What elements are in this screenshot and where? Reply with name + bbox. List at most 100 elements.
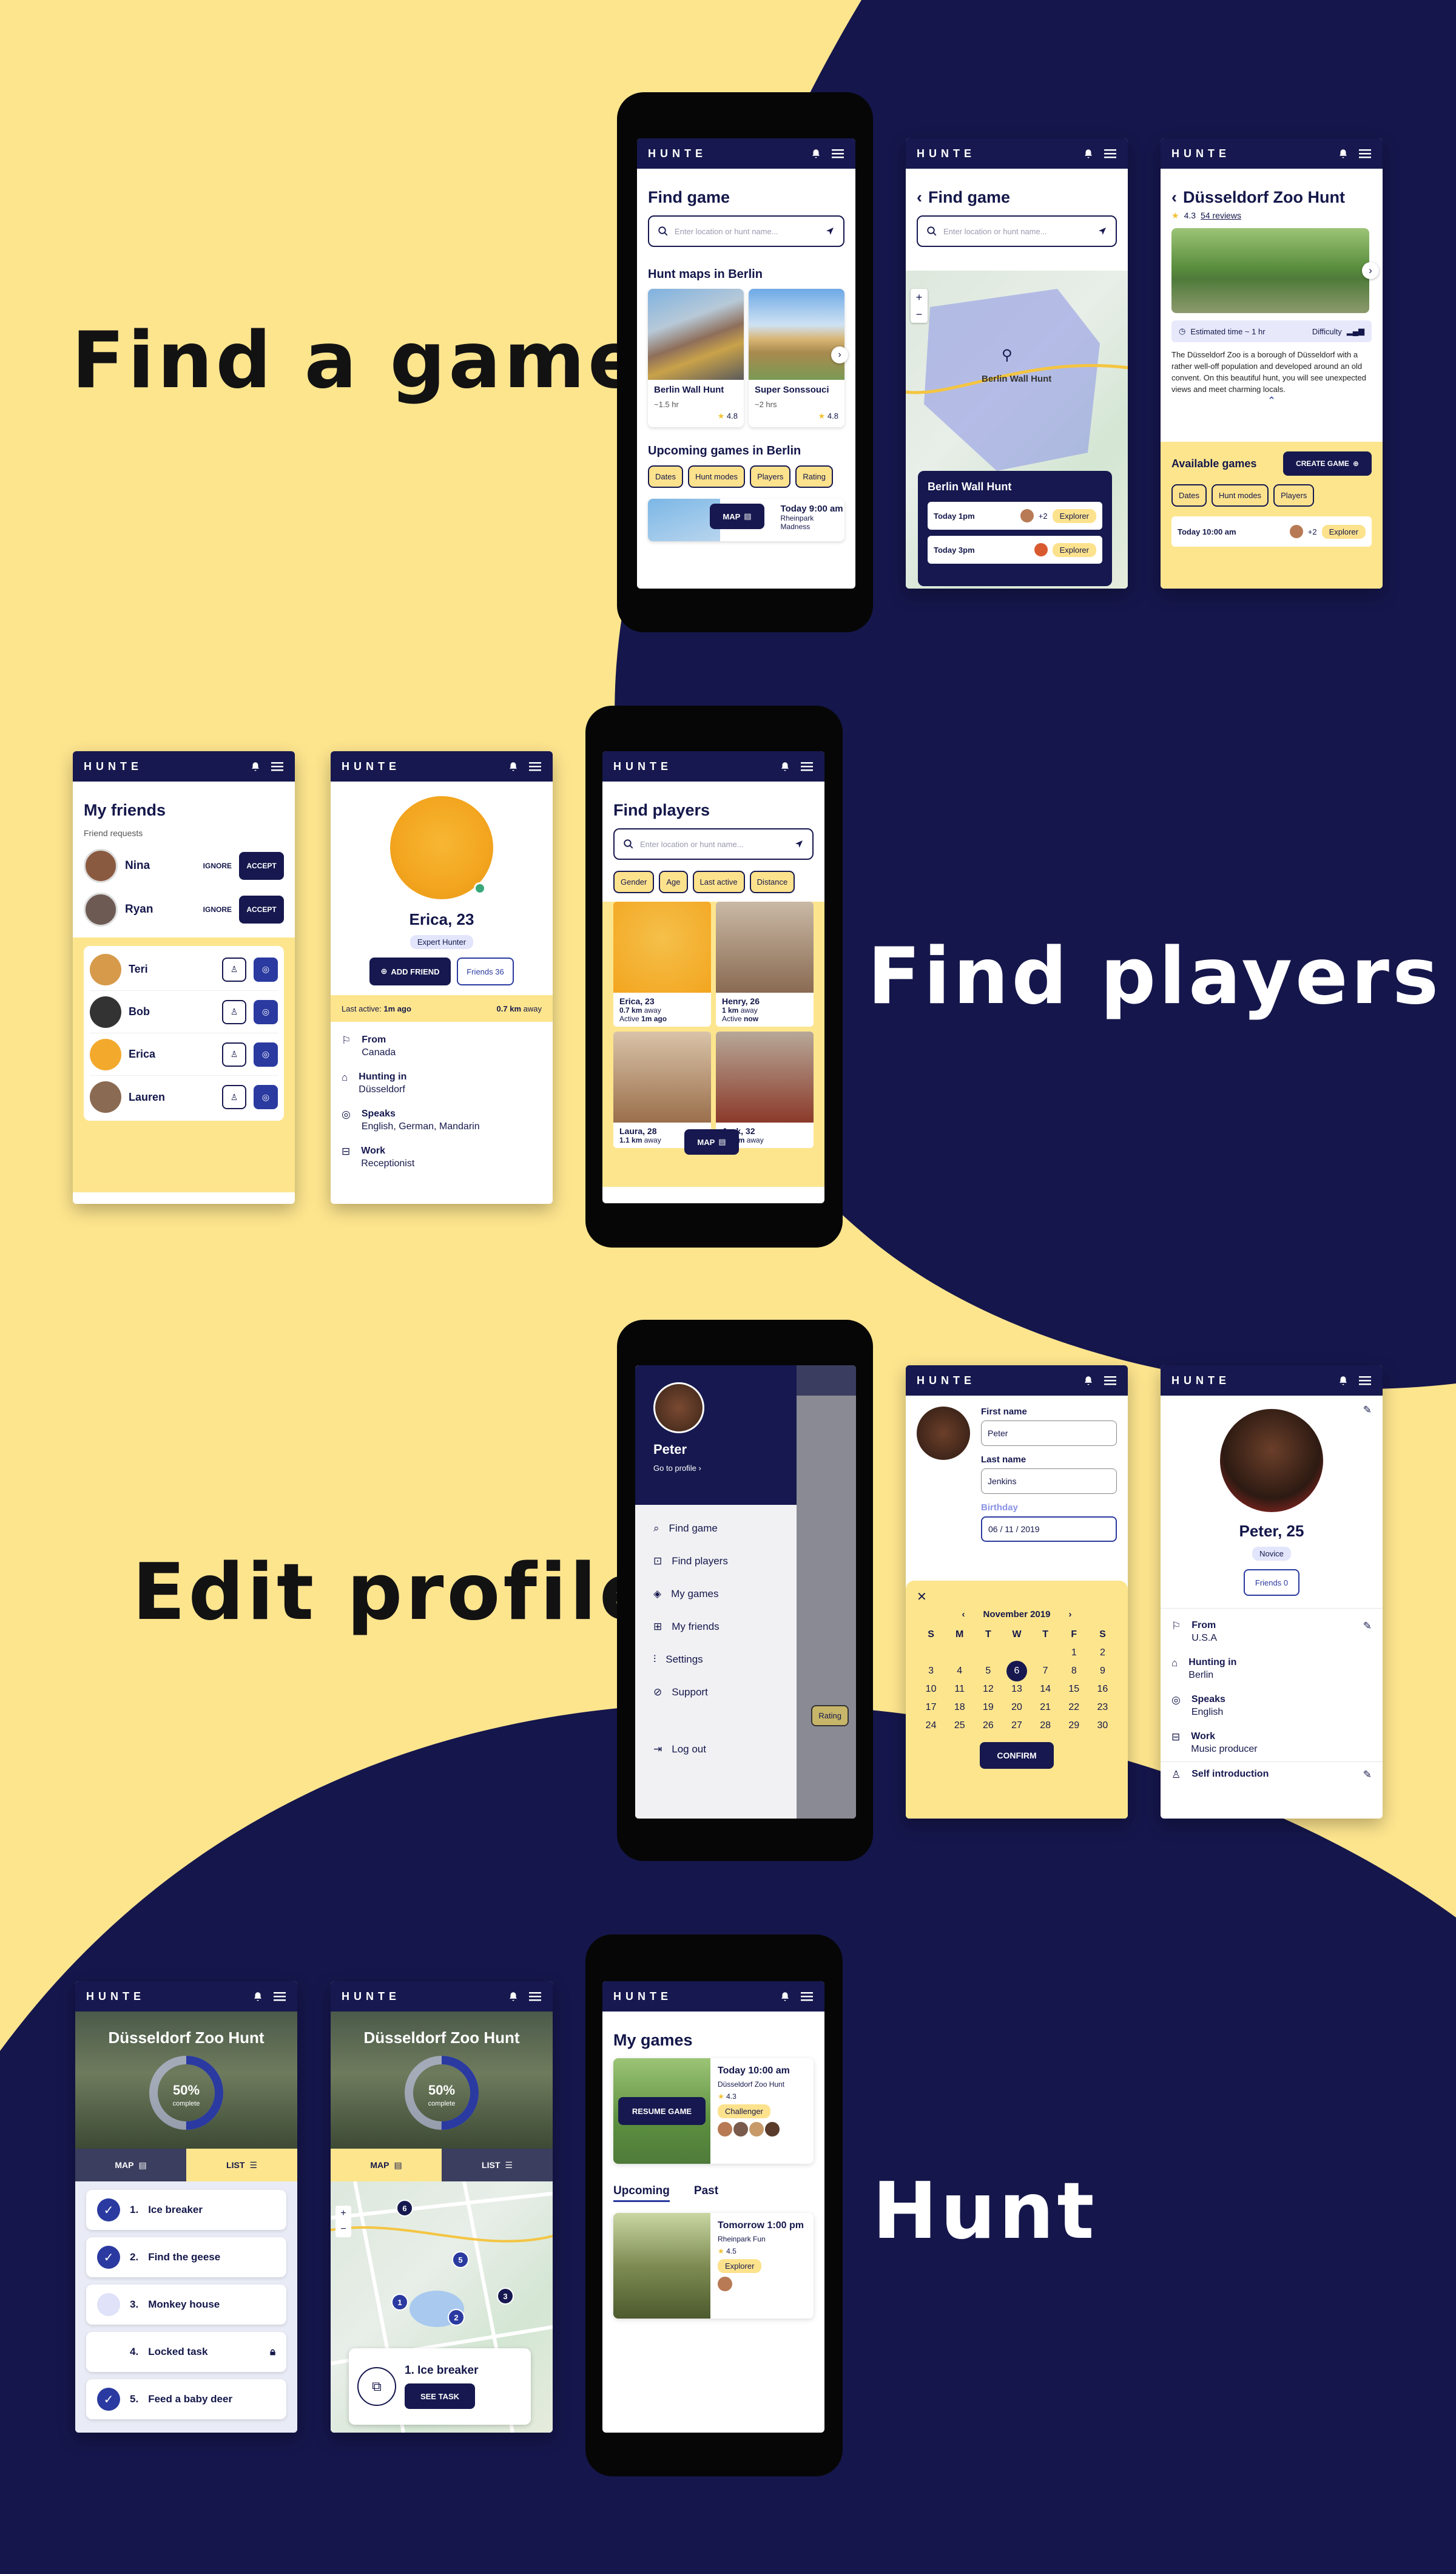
zoom-in-icon[interactable]: +	[340, 2208, 346, 2219]
menu-icon[interactable]	[800, 760, 814, 773]
filter-chip[interactable]: Distance	[749, 871, 795, 893]
menu-icon[interactable]	[528, 1990, 542, 2003]
friend-row[interactable]: Lauren ♙ ◎	[90, 1076, 278, 1118]
filter-chip[interactable]: Players	[750, 465, 791, 488]
zoom-control[interactable]: + −	[335, 2206, 351, 2237]
calendar-day[interactable]: 15	[1060, 1684, 1088, 1695]
hunt-card[interactable]: Super Sonssouci ~2 hrs ★ 4.8	[749, 289, 844, 427]
birthday-input[interactable]: 06 / 11 / 2019	[981, 1516, 1117, 1542]
location-arrow-icon[interactable]	[794, 839, 804, 849]
menu-item-support[interactable]: ⊘ Support	[635, 1676, 797, 1709]
zoom-in-icon[interactable]: +	[916, 291, 923, 304]
ignore-button[interactable]: IGNORE	[203, 862, 232, 870]
filter-chip[interactable]: Rating	[795, 465, 833, 488]
back-icon[interactable]: ‹	[917, 188, 922, 207]
calendar-day[interactable]: 12	[974, 1684, 1002, 1695]
task-row[interactable]: 3. Monkey house	[86, 2285, 286, 2325]
calendar-day[interactable]: 14	[1031, 1684, 1060, 1695]
calendar-day[interactable]: 22	[1060, 1702, 1088, 1713]
create-game-button[interactable]: CREATE GAME ⊕	[1283, 451, 1372, 476]
search-input[interactable]: Enter location or hunt name...	[613, 828, 814, 860]
bell-icon[interactable]	[809, 147, 823, 160]
filter-chip[interactable]: Players	[1273, 484, 1315, 507]
calendar-day[interactable]: 29	[1060, 1720, 1088, 1731]
menu-item-find-game[interactable]: ⌕ Find game	[635, 1512, 797, 1545]
map-view[interactable]: + − ⚲ Berlin Wall Hunt Berlin Wall Hunt T…	[906, 271, 1128, 589]
calendar-day[interactable]: 16	[1088, 1684, 1117, 1695]
go-to-profile-link[interactable]: Go to profile ›	[653, 1464, 778, 1473]
profile-icon[interactable]: ♙	[222, 1042, 246, 1067]
player-card[interactable]: Henry, 26 1 km away Active now	[716, 902, 814, 1027]
tab-list[interactable]: LIST ☰	[442, 2149, 553, 2181]
chat-icon[interactable]: ◎	[254, 1085, 278, 1109]
zoom-out-icon[interactable]: −	[916, 308, 923, 321]
friend-row[interactable]: Teri ♙ ◎	[90, 948, 278, 991]
bell-icon[interactable]	[1082, 1374, 1095, 1387]
filter-chip[interactable]: Dates	[648, 465, 683, 488]
back-icon[interactable]: ‹	[1171, 188, 1177, 207]
edit-icon[interactable]: ✎	[1363, 1620, 1372, 1632]
calendar-day[interactable]: 27	[1002, 1720, 1031, 1731]
bell-icon[interactable]	[778, 1990, 792, 2003]
game-card[interactable]: Tomorrow 1:00 pm Rheinpark Fun ★ 4.5 Exp…	[613, 2213, 814, 2319]
calendar-day[interactable]: 6	[1006, 1661, 1027, 1681]
slot-row[interactable]: Today 10:00 am +2 Explorer	[1171, 516, 1372, 547]
calendar-day[interactable]: 19	[974, 1702, 1002, 1713]
bell-icon[interactable]	[507, 1990, 520, 2003]
calendar-day[interactable]: 17	[917, 1702, 945, 1713]
tab-past[interactable]: Past	[694, 2184, 718, 2202]
chat-icon[interactable]: ◎	[254, 957, 278, 982]
hunt-map[interactable]: + − 6 5 3 1 2 ⧉ 1. Ice breaker SEE TASK	[331, 2181, 553, 2433]
reviews-link[interactable]: 54 reviews	[1201, 211, 1241, 221]
bell-icon[interactable]	[251, 1990, 265, 2003]
bell-icon[interactable]	[507, 760, 520, 773]
task-card[interactable]: ⧉ 1. Ice breaker SEE TASK	[349, 2348, 531, 2425]
task-row[interactable]: ✓ 1. Ice breaker	[86, 2190, 286, 2230]
calendar-day[interactable]: 7	[1031, 1666, 1060, 1677]
task-marker[interactable]: 5	[452, 2251, 469, 2268]
bell-icon[interactable]	[778, 760, 792, 773]
menu-icon[interactable]	[831, 147, 844, 160]
map-button[interactable]: MAP ▤	[684, 1129, 739, 1155]
filter-chip[interactable]: Dates	[1171, 484, 1207, 507]
chat-icon[interactable]: ◎	[254, 999, 278, 1024]
menu-icon[interactable]	[1358, 147, 1372, 160]
edit-icon[interactable]: ✎	[1363, 1769, 1372, 1781]
calendar-day[interactable]: 4	[945, 1666, 974, 1677]
task-marker[interactable]: 1	[391, 2294, 408, 2311]
menu-icon[interactable]	[271, 760, 284, 773]
search-input[interactable]: Enter location or hunt name...	[917, 215, 1117, 247]
task-row[interactable]: ✓ 2. Find the geese	[86, 2237, 286, 2277]
accept-button[interactable]: ACCEPT	[239, 896, 284, 924]
calendar-day[interactable]: 9	[1088, 1666, 1117, 1677]
tab-upcoming[interactable]: Upcoming	[613, 2184, 670, 2202]
friends-count-button[interactable]: Friends 0	[1244, 1569, 1299, 1596]
menu-item-find-players[interactable]: ⊡ Find players	[635, 1545, 797, 1578]
menu-item-my-friends[interactable]: ⊞ My friends	[635, 1610, 797, 1643]
confirm-button[interactable]: CONFIRM	[980, 1742, 1054, 1769]
location-arrow-icon[interactable]	[825, 226, 835, 236]
chevron-up-icon[interactable]: ⌃	[1171, 395, 1372, 407]
bell-icon[interactable]	[1336, 147, 1350, 160]
chevron-right-icon[interactable]: ›	[1362, 262, 1379, 279]
add-friend-button[interactable]: ⊕ ADD FRIEND	[369, 958, 451, 985]
calendar-day[interactable]: 13	[1002, 1684, 1031, 1695]
tab-map[interactable]: MAP ▤	[75, 2149, 186, 2181]
calendar-day[interactable]: 5	[974, 1666, 1002, 1677]
chevron-right-icon[interactable]: ›	[831, 346, 848, 363]
menu-icon[interactable]	[1104, 147, 1117, 160]
calendar-day[interactable]: 21	[1031, 1702, 1060, 1713]
task-marker[interactable]: 2	[448, 2309, 465, 2326]
tab-list[interactable]: LIST ☰	[186, 2149, 297, 2181]
resume-game-button[interactable]: RESUME GAME	[618, 2097, 706, 2125]
calendar-day[interactable]: 10	[917, 1684, 945, 1695]
accept-button[interactable]: ACCEPT	[239, 852, 284, 880]
filter-chip[interactable]: Hunt modes	[1211, 484, 1269, 507]
calendar-day[interactable]: 30	[1088, 1720, 1117, 1731]
calendar-day[interactable]: 2	[1088, 1647, 1117, 1658]
filter-chip[interactable]: Age	[659, 871, 688, 893]
map-button[interactable]: MAP ▤	[710, 504, 764, 529]
menu-icon[interactable]	[800, 1990, 814, 2003]
calendar-day[interactable]: 28	[1031, 1720, 1060, 1731]
calendar-day[interactable]: 11	[945, 1684, 974, 1695]
